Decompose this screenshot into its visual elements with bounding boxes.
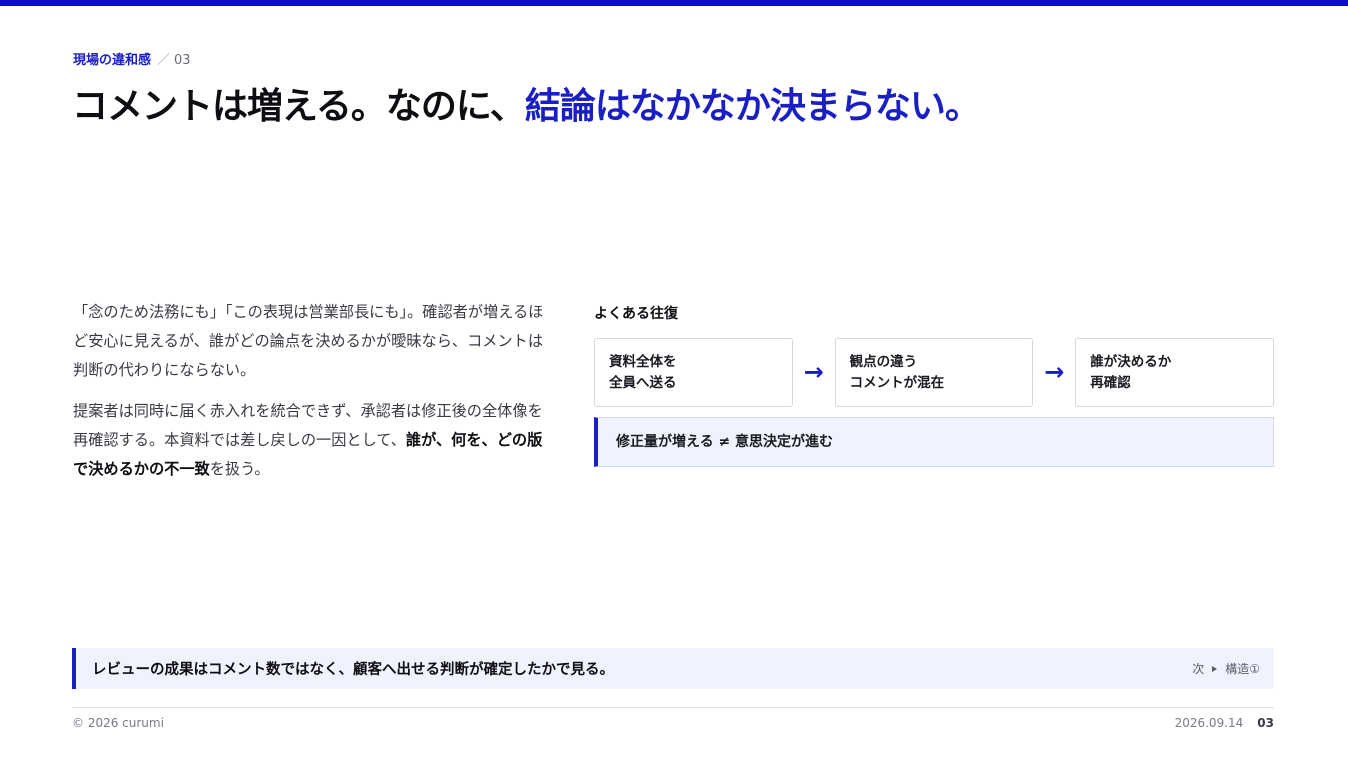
triangle-right-icon xyxy=(1212,665,1218,672)
flow-step-line: 全員へ送る xyxy=(609,375,677,391)
body-paragraph-2-tail: を扱う。 xyxy=(209,460,270,478)
footer-divider xyxy=(72,707,1274,708)
body-text: 「念のため法務にも」「この表現は営業部長にも」。確認者が増えるほど安心に見えるが… xyxy=(73,298,555,496)
page-title: コメントは増える。なのに、結論はなかなか決まらない。 xyxy=(72,84,981,130)
top-accent-bar xyxy=(0,0,1348,6)
section-kicker: 現場の違和感 ／ 03 xyxy=(73,52,191,70)
footer-meta: 2026.09.14 03 xyxy=(1175,714,1274,732)
flow-step-mixed-comments: 観点の違う コメントが混在 xyxy=(834,338,1034,407)
section-label: 現場の違和感 xyxy=(73,53,152,68)
flow-step-line: 観点の違う xyxy=(849,354,918,370)
flow-step-send-all: 資料全体を 全員へ送る xyxy=(594,338,793,407)
flow-step-line: 再確認 xyxy=(1090,375,1131,391)
page-number: 03 xyxy=(1257,716,1274,730)
flow-step-line: 誰が決めるか xyxy=(1090,354,1172,370)
next-label: 構造① xyxy=(1225,662,1260,676)
right-arrow-icon: → xyxy=(1044,358,1065,386)
flow-steps: 資料全体を 全員へ送る → 観点の違う コメントが混在 → 誰が決めるか 再確認 xyxy=(594,338,1274,407)
summary-callout: レビューの成果はコメント数ではなく、顧客へ出せる判断が確定したかで見る。 次 構造… xyxy=(72,648,1274,689)
flow-conclusion: 修正量が増える ≠ 意思決定が進む xyxy=(594,417,1274,467)
body-paragraph-1: 「念のため法務にも」「この表現は営業部長にも」。確認者が増えるほど安心に見えるが… xyxy=(73,303,544,379)
summary-text: レビューの成果はコメント数ではなく、顧客へ出せる判断が確定したかで見る。 xyxy=(92,662,614,678)
title-part-1: コメントは増える。なのに、 xyxy=(72,86,526,127)
flow-step-line: コメントが混在 xyxy=(849,375,945,391)
flow-diagram: よくある往復 資料全体を 全員へ送る → 観点の違う コメントが混在 → 誰が決… xyxy=(594,304,1274,467)
flow-step-reconfirm: 誰が決めるか 再確認 xyxy=(1075,338,1274,407)
body-paragraph-2: 提案者は同時に届く赤入れを統合できず、承認者は修正後の全体像を再確認する。本資料… xyxy=(73,397,555,484)
title-part-2-accent: 結論はなかなか決まらない。 xyxy=(524,86,981,127)
next-prefix: 次 xyxy=(1192,662,1205,676)
right-arrow-icon: → xyxy=(803,358,824,386)
next-section-link[interactable]: 次 構造① xyxy=(1192,660,1260,677)
kicker-divider: ／ xyxy=(157,53,171,68)
section-number: 03 xyxy=(174,53,191,68)
copyright: © 2026 curumi xyxy=(72,716,164,730)
flow-title: よくある往復 xyxy=(594,306,678,322)
flow-step-line: 資料全体を xyxy=(609,354,677,370)
footer-date: 2026.09.14 xyxy=(1174,716,1244,730)
